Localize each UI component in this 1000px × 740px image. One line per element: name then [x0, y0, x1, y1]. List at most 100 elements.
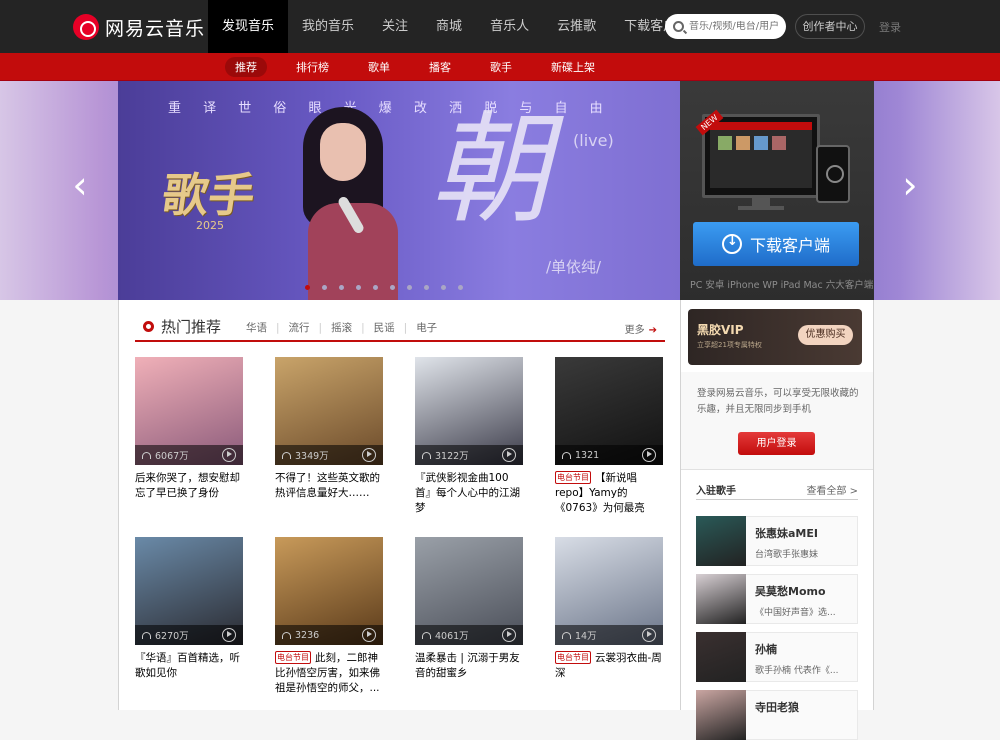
- subnav-playlists[interactable]: 歌单: [358, 57, 400, 77]
- nav-follow[interactable]: 关注: [368, 0, 422, 53]
- nav-promote[interactable]: 云推歌: [543, 0, 610, 53]
- playlist-cover[interactable]: 3349万: [275, 357, 383, 465]
- more-link[interactable]: 更多 ➔: [625, 321, 657, 336]
- artist-name[interactable]: 寺田老狼: [755, 699, 799, 715]
- playlist-card[interactable]: 3349万不得了！这些英文歌的热评信息量好大……: [275, 357, 383, 501]
- tag-chinese[interactable]: 华语: [237, 320, 276, 335]
- playlist-cover[interactable]: 6270万: [135, 537, 243, 645]
- subnav-new-albums[interactable]: 新碟上架: [541, 57, 605, 77]
- banner-next-arrow-icon[interactable]: ›: [900, 166, 920, 204]
- banner-dot[interactable]: [407, 285, 412, 290]
- login-link[interactable]: 登录: [879, 19, 901, 35]
- artist-item[interactable]: 吴莫愁Momo 《中国好声音》选...: [696, 574, 858, 624]
- banner-dot[interactable]: [458, 285, 463, 290]
- artist-name[interactable]: 孙楠: [755, 641, 777, 657]
- play-icon[interactable]: [642, 448, 656, 462]
- banner-dot[interactable]: [339, 285, 344, 290]
- playlist-title-link[interactable]: 电台节目 云裳羽衣曲-周深: [555, 651, 663, 681]
- playlist-title-link[interactable]: 后来你哭了，想安慰却忘了早已换了身份: [135, 471, 243, 501]
- tag-folk[interactable]: 民谣: [365, 320, 404, 335]
- artist-avatar[interactable]: [696, 574, 746, 624]
- subnav-artists[interactable]: 歌手: [480, 57, 522, 77]
- vip-buy-button[interactable]: 优惠购买: [798, 325, 853, 345]
- nav-musician[interactable]: 音乐人: [476, 0, 543, 53]
- search-box[interactable]: [665, 14, 786, 39]
- playlist-cover[interactable]: 3236: [275, 537, 383, 645]
- artist-name[interactable]: 吴莫愁Momo: [755, 583, 826, 599]
- playlist-title-link[interactable]: 不得了！这些英文歌的热评信息量好大……: [275, 471, 383, 501]
- play-icon[interactable]: [502, 628, 516, 642]
- artist-avatar[interactable]: [696, 516, 746, 566]
- banner-dot[interactable]: [424, 285, 429, 290]
- playlist-card[interactable]: 4061万温柔暴击 | 沉溺于男友音的甜蜜乡: [415, 537, 523, 681]
- subnav-podcasts[interactable]: 播客: [419, 57, 461, 77]
- user-login-button[interactable]: 用户登录: [738, 432, 815, 455]
- playlist-title-link[interactable]: 『华语』百首精选，听歌如见你: [135, 651, 243, 681]
- banner-dot[interactable]: [322, 285, 327, 290]
- banner-dot[interactable]: [305, 285, 310, 290]
- creator-center-button[interactable]: 创作者中心: [795, 14, 865, 39]
- artist-avatar[interactable]: [696, 632, 746, 682]
- playlist-cover[interactable]: 14万: [555, 537, 663, 645]
- playlist-cover-bar: 6067万: [135, 445, 243, 465]
- play-icon[interactable]: [222, 628, 236, 642]
- login-panel: 登录网易云音乐，可以享受无限收藏的乐趣，并且无限同步到手机 用户登录: [681, 372, 873, 470]
- hot-recommend-title[interactable]: 热门推荐: [161, 316, 221, 337]
- playlist-card[interactable]: 6270万『华语』百首精选，听歌如见你: [135, 537, 243, 681]
- playlist-card[interactable]: 3122万『武侠影视金曲100首』每个人心中的江湖梦: [415, 357, 523, 516]
- artist-item[interactable]: 张惠妹aMEI 台湾歌手张惠妹: [696, 516, 858, 566]
- playlist-card[interactable]: 1321 电台节目【新说唱repo】Yamy的《0763》为何最亮眼？浅谈喵哈文.…: [555, 357, 663, 517]
- banner-dot[interactable]: [373, 285, 378, 290]
- play-icon[interactable]: [362, 448, 376, 462]
- playlist-cover[interactable]: 1321: [555, 357, 663, 465]
- artist-item[interactable]: 孙楠 歌手孙楠 代表作《...: [696, 632, 858, 682]
- logo[interactable]: 网易云音乐: [73, 13, 205, 41]
- banner-dot[interactable]: [356, 285, 361, 290]
- playlist-cover[interactable]: 4061万: [415, 537, 523, 645]
- playlist-title-link[interactable]: 电台节目【新说唱repo】Yamy的《0763》为何最亮眼？浅谈喵哈文...: [555, 471, 663, 517]
- playlist-title-link[interactable]: 电台节目 此刻，二郎神比孙悟空厉害，如来佛祖是孙悟空的师父，...: [275, 651, 383, 696]
- playlist-card[interactable]: 14万电台节目 云裳羽衣曲-周深: [555, 537, 663, 681]
- nav-discover[interactable]: 发现音乐: [208, 0, 289, 53]
- play-count: 6270万: [155, 631, 189, 642]
- playlist-cover[interactable]: 3122万: [415, 357, 523, 465]
- subnav-recommend[interactable]: 推荐: [225, 57, 267, 77]
- play-icon[interactable]: [222, 448, 236, 462]
- hot-recommend-header: 热门推荐 华语 | 流行 | 摇滚 | 民谣 | 电子 更多 ➔: [135, 316, 665, 342]
- banner-singer-image: [288, 103, 398, 300]
- tag-rock[interactable]: 摇滚: [322, 320, 361, 335]
- banner-slide[interactable]: 重 译 世 俗 眼 光 爆 改 洒 脱 与 自 由 歌手 2025 朝 (liv…: [118, 81, 680, 300]
- playlist-card[interactable]: 6067万后来你哭了，想安慰却忘了早已换了身份: [135, 357, 243, 501]
- search-input[interactable]: [689, 21, 779, 32]
- subnav-charts[interactable]: 排行榜: [286, 57, 339, 77]
- banner-dot[interactable]: [441, 285, 446, 290]
- tag-electronic[interactable]: 电子: [407, 320, 446, 335]
- banner-carousel: ‹ 重 译 世 俗 眼 光 爆 改 洒 脱 与 自 由 歌手 2025 朝 (l…: [0, 81, 1000, 300]
- play-icon[interactable]: [642, 628, 656, 642]
- artists-view-all-link[interactable]: 查看全部 >: [806, 482, 858, 497]
- banner-prev-arrow-icon[interactable]: ‹: [70, 166, 90, 204]
- nav-store[interactable]: 商城: [422, 0, 476, 53]
- playlist-title: 温柔暴击 | 沉溺于男友音的甜蜜乡: [415, 652, 520, 679]
- artist-name[interactable]: 张惠妹aMEI: [755, 525, 818, 541]
- artist-avatar[interactable]: [696, 690, 746, 740]
- playlist-cover-bar: 6270万: [135, 625, 243, 645]
- vip-promo[interactable]: 黑胶VIP 立享超21项专属特权 优惠购买: [688, 309, 862, 365]
- banner-dot[interactable]: [390, 285, 395, 290]
- artist-item[interactable]: 寺田老狼: [696, 690, 858, 740]
- play-icon[interactable]: [502, 448, 516, 462]
- play-icon[interactable]: [362, 628, 376, 642]
- playlist-cover[interactable]: 6067万: [135, 357, 243, 465]
- playlist-title-link[interactable]: 温柔暴击 | 沉溺于男友音的甜蜜乡: [415, 651, 523, 681]
- login-promo-text: 登录网易云音乐，可以享受无限收藏的乐趣，并且无限同步到手机: [697, 388, 859, 415]
- top-bar: 网易云音乐 发现音乐 我的音乐 关注 商城 音乐人 云推歌 下载客户端 创作者中…: [0, 0, 1000, 53]
- playlist-card[interactable]: 3236 电台节目 此刻，二郎神比孙悟空厉害，如来佛祖是孙悟空的师父，...: [275, 537, 383, 696]
- radio-program-badge: 电台节目: [275, 651, 311, 664]
- playlist-cover-bar: 1321: [555, 445, 663, 465]
- playlist-cover-bar: 4061万: [415, 625, 523, 645]
- download-client-label: 下载客户端: [749, 236, 830, 255]
- tag-pop[interactable]: 流行: [280, 320, 319, 335]
- playlist-title-link[interactable]: 『武侠影视金曲100首』每个人心中的江湖梦: [415, 471, 523, 516]
- download-client-button[interactable]: 下载客户端: [693, 222, 859, 266]
- nav-my-music[interactable]: 我的音乐: [288, 0, 368, 53]
